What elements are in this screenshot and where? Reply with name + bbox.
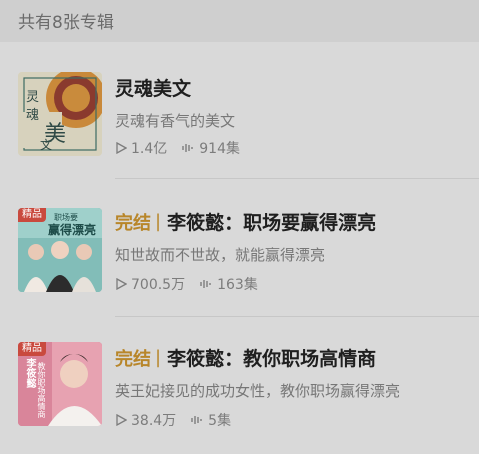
episode-count: 5集 <box>208 413 232 429</box>
album-item[interactable]: 精品 职场要 赢得漂亮 完结 | 李筱懿：职场要赢得漂亮 知世故而不世故，就能赢… <box>0 196 479 317</box>
episodes-icon <box>181 142 195 154</box>
album-subtitle: 英王妃接见的成功女性，教你职场赢得漂亮 <box>115 382 401 400</box>
play-count: 1.4亿 <box>131 141 168 157</box>
episodes-icon <box>190 414 204 426</box>
album-item[interactable]: 精品 李筱懿 教你职场高情商 完结 | 李筱懿：教你职场高情商 英王妃接见的成功… <box>0 332 479 452</box>
episodes-icon <box>199 278 213 290</box>
play-count: 700.5万 <box>131 277 186 293</box>
album-cover[interactable]: 灵 魂 美 文 <box>18 72 102 156</box>
album-cover[interactable]: 精品 职场要 赢得漂亮 <box>18 208 102 292</box>
album-meta: 38.4万 5集 <box>115 410 231 430</box>
album-cover[interactable]: 精品 李筱懿 教你职场高情商 <box>18 342 102 426</box>
album-title-row: 灵魂美文 <box>115 74 191 101</box>
album-title[interactable]: 灵魂美文 <box>115 74 191 101</box>
play-icon <box>115 278 127 290</box>
quality-badge: 精品 <box>18 342 46 356</box>
cover-char: 灵 <box>26 90 40 105</box>
album-count-header: 共有8张专辑 <box>0 0 479 42</box>
divider <box>115 178 479 179</box>
album-subtitle: 灵魂有香气的美文 <box>115 112 236 130</box>
tag-separator: | <box>155 347 162 368</box>
quality-badge: 精品 <box>18 208 46 222</box>
album-title-row: 完结 | 李筱懿：教你职场高情商 <box>115 344 376 371</box>
cover-name-text: 李筱懿 <box>24 358 35 388</box>
album-subtitle: 知世故而不世故，就能赢得漂亮 <box>115 246 326 264</box>
album-item[interactable]: 灵 魂 美 文 灵魂美文 灵魂有香气的美文 1.4亿 914集 <box>0 58 479 179</box>
divider <box>115 316 479 317</box>
album-list-screen: 共有8张专辑 灵 魂 美 文 灵魂美文 灵魂有香气的美文 1.4亿 914集 精… <box>0 0 479 454</box>
episode-count: 914集 <box>199 141 240 157</box>
album-title-row: 完结 | 李筱懿：职场要赢得漂亮 <box>115 208 376 235</box>
episode-count: 163集 <box>217 277 258 293</box>
play-count: 38.4万 <box>131 413 177 429</box>
cover-char: 魂 <box>26 108 40 123</box>
album-count-text: 共有8张专辑 <box>18 13 114 33</box>
tag-separator: | <box>155 211 162 232</box>
cover-title-text: 教你职场高情商 <box>37 362 46 418</box>
album-title[interactable]: 李筱懿：职场要赢得漂亮 <box>167 208 376 235</box>
play-icon <box>115 142 127 154</box>
album-meta: 700.5万 163集 <box>115 274 258 294</box>
completed-tag: 完结 <box>115 212 151 234</box>
cover-title-text: 赢得漂亮 <box>48 223 97 237</box>
completed-tag: 完结 <box>115 348 151 370</box>
play-icon <box>115 414 127 426</box>
album-meta: 1.4亿 914集 <box>115 138 240 158</box>
album-title[interactable]: 李筱懿：教你职场高情商 <box>167 344 376 371</box>
cover-char: 文 <box>40 138 53 152</box>
